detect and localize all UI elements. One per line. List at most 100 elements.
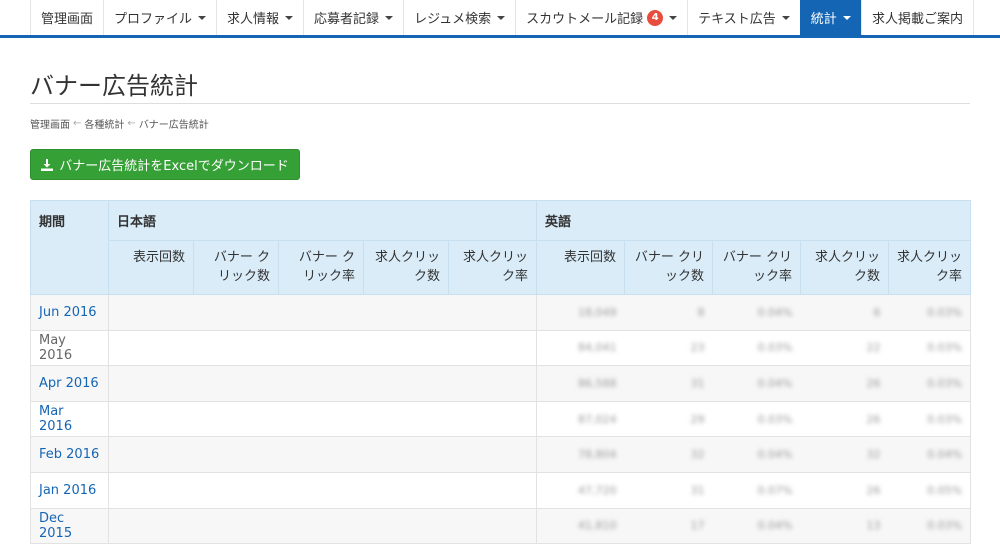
table-row: Jun 2016 18,049 8 0.04% 6 0.03% <box>30 294 972 331</box>
period-link[interactable]: Jun 2016 <box>39 305 97 320</box>
period-cell: Dec 2015 <box>30 507 109 544</box>
english-value-cell: 17 <box>624 507 713 544</box>
breadcrumb-item-stats[interactable]: 各種統計 <box>84 116 124 131</box>
nav-item-2[interactable]: 求人情報 <box>216 0 303 35</box>
english-value-cell: 6 <box>800 294 889 331</box>
english-value-cell: 0.07% <box>712 471 801 509</box>
english-value-cell: 23 <box>624 329 713 367</box>
table-row: Feb 2016 78,804 32 0.04% 32 0.04% <box>30 436 972 473</box>
english-value-cell: 0.03% <box>712 329 801 367</box>
download-button-label: バナー広告統計をExcelでダウンロード <box>59 159 289 174</box>
period-link[interactable]: Mar 2016 <box>39 404 72 434</box>
period-cell: Apr 2016 <box>30 365 109 402</box>
blurred-value: 31 <box>690 483 705 497</box>
english-value-cell: 41,810 <box>536 507 625 544</box>
period-cell: Jun 2016 <box>30 294 109 331</box>
english-value-cell: 0.05% <box>888 471 972 509</box>
blurred-value: 31 <box>690 376 705 390</box>
blurred-value: 0.05% <box>927 483 963 497</box>
nav-item-label: レジュメ検索 <box>414 12 492 27</box>
nav-item-3[interactable]: 応募者記録 <box>303 0 403 35</box>
caret-down-icon <box>285 15 294 20</box>
english-value-cell: 26 <box>800 365 889 402</box>
blurred-value: 23 <box>690 341 705 355</box>
nav-item-job-posting-info[interactable]: 求人掲載ご案内 <box>861 0 975 35</box>
blurred-value: 87,024 <box>578 412 617 426</box>
english-value-cell: 84,041 <box>536 329 625 367</box>
breadcrumb-item-current: バナー広告統計 <box>138 120 209 131</box>
english-value-cell: 0.03% <box>888 365 972 402</box>
blurred-value: 13 <box>866 519 881 533</box>
caret-down-icon <box>497 15 506 20</box>
breadcrumb-item-admin[interactable]: 管理画面 <box>30 116 70 131</box>
blurred-value: 0.03% <box>927 412 963 426</box>
nav-item-5[interactable]: スカウトメール記録 4 <box>515 0 687 35</box>
english-value-cell: 31 <box>624 471 713 509</box>
english-value-cell: 32 <box>800 436 889 473</box>
english-value-cell: 0.04% <box>712 294 801 331</box>
blurred-value: 0.03% <box>927 305 963 319</box>
blurred-value: 32 <box>866 448 881 462</box>
blurred-value: 0.03% <box>927 341 963 355</box>
breadcrumb: 管理画面 ← 各種統計 ← バナー広告統計 <box>30 116 209 131</box>
breadcrumb-arrow-icon: ← <box>127 118 136 129</box>
period-link[interactable]: Apr 2016 <box>39 376 99 391</box>
blurred-value: 26 <box>866 483 881 497</box>
title-divider <box>30 103 970 104</box>
english-value-cell: 0.03% <box>888 400 972 438</box>
nav-item-0[interactable]: 管理画面 <box>30 0 103 35</box>
blurred-value: 0.04% <box>757 305 793 319</box>
caret-down-icon <box>385 15 394 20</box>
nav-item-6[interactable]: テキスト広告 <box>687 0 800 35</box>
sub-header-ja-0: 表示回数 <box>108 240 194 295</box>
period-cell: Feb 2016 <box>30 436 109 473</box>
period-link[interactable]: Dec 2015 <box>39 511 72 541</box>
blurred-value: 0.04% <box>757 376 793 390</box>
english-value-cell: 78,804 <box>536 436 625 473</box>
nav-item-label: 求人掲載ご案内 <box>872 12 964 27</box>
table-row: Mar 2016 87,024 29 0.03% 26 0.03% <box>30 400 972 438</box>
blurred-value: 0.04% <box>757 448 793 462</box>
nav-menu: 管理画面 プロファイル 求人情報 応募者記録 レジュメ検索 スカウトメール記録 4 テキスト広… <box>30 0 862 35</box>
notification-badge: 4 <box>647 9 664 26</box>
caret-down-icon <box>669 15 678 20</box>
nav-right: 求人掲載ご案内 <box>861 0 975 35</box>
english-value-cell: 0.04% <box>712 365 801 402</box>
japanese-empty-cell <box>108 471 537 509</box>
sub-header-en-0: 表示回数 <box>536 240 625 295</box>
period-cell: Mar 2016 <box>30 400 109 438</box>
sub-header-en-3: 求人クリック数 <box>800 240 889 295</box>
nav-item-label: 統計 <box>810 12 837 27</box>
nav-item-4[interactable]: レジュメ検索 <box>403 0 515 35</box>
blurred-value: 78,804 <box>578 448 617 462</box>
nav-item-1[interactable]: プロファイル <box>103 0 216 35</box>
period-label: May 2016 <box>39 332 73 363</box>
english-value-cell: 26 <box>800 471 889 509</box>
nav-item-7[interactable]: 統計 <box>799 0 862 35</box>
download-icon <box>41 158 54 171</box>
english-value-cell: 0.03% <box>712 400 801 438</box>
english-value-cell: 0.03% <box>888 507 972 544</box>
english-value-cell: 26 <box>800 400 889 438</box>
period-link[interactable]: Feb 2016 <box>39 447 99 462</box>
table-row: May 2016 84,041 23 0.03% 22 0.03% <box>30 329 972 367</box>
blurred-value: 0.03% <box>927 519 963 533</box>
english-value-cell: 29 <box>624 400 713 438</box>
nav-item-label: 応募者記録 <box>314 12 380 27</box>
japanese-empty-cell <box>108 329 537 367</box>
nav-item-label: テキスト広告 <box>698 12 776 27</box>
blurred-value: 84,041 <box>578 341 617 355</box>
period-link[interactable]: Jan 2016 <box>39 483 96 498</box>
blurred-value: 26 <box>866 376 881 390</box>
japanese-empty-cell <box>108 294 537 331</box>
english-value-cell: 8 <box>624 294 713 331</box>
blurred-value: 0.07% <box>757 483 793 497</box>
page-title: バナー広告統計 <box>30 72 198 100</box>
japanese-empty-cell <box>108 400 537 438</box>
download-excel-button[interactable]: バナー広告統計をExcelでダウンロード <box>30 149 300 180</box>
nav-item-label: 求人情報 <box>227 12 280 27</box>
english-value-cell: 0.03% <box>888 294 972 331</box>
nav-item-label: 管理画面 <box>41 12 94 27</box>
english-value-cell: 0.04% <box>888 436 972 473</box>
blurred-value: 6 <box>873 305 881 319</box>
